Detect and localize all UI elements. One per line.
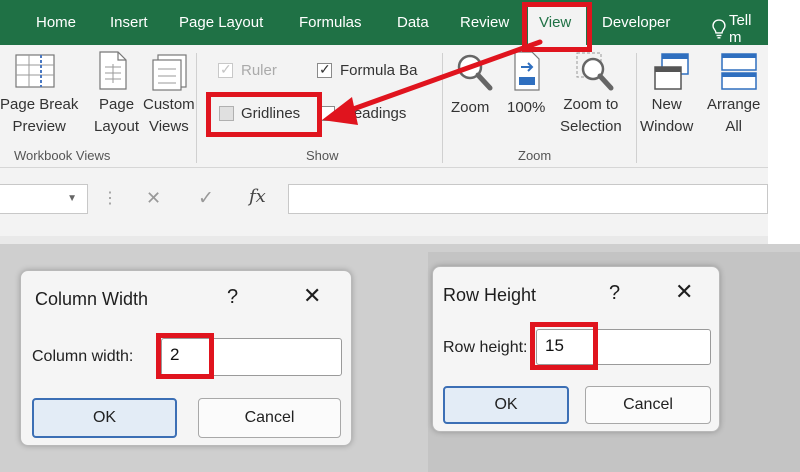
red-arrow-icon bbox=[322, 39, 543, 125]
